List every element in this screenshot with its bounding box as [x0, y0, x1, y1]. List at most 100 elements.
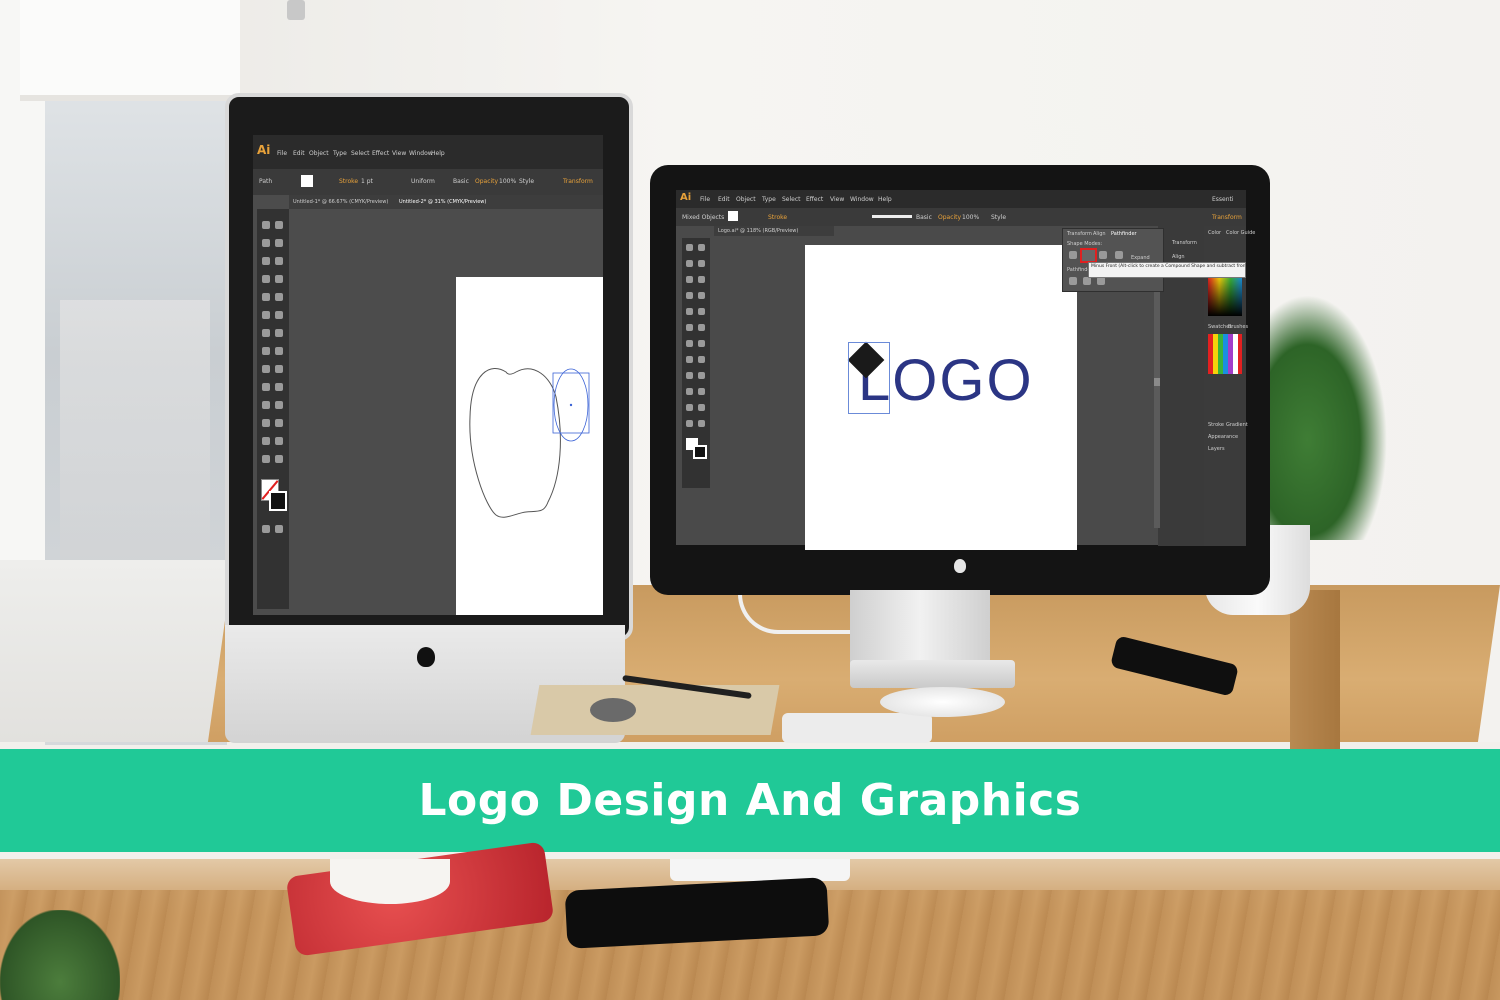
menu-file[interactable]: File	[700, 196, 710, 203]
menu-window[interactable]: Window	[850, 196, 874, 203]
menu-effect[interactable]: Effect	[806, 196, 823, 203]
screen-mode-icon[interactable]	[275, 525, 283, 533]
tab-transform[interactable]: Transform	[1067, 231, 1092, 237]
hand-tool-icon[interactable]	[262, 455, 270, 463]
panel-brushes[interactable]: Brushes	[1228, 324, 1248, 330]
opacity-value[interactable]: 100%	[962, 214, 979, 221]
symbol-sprayer-tool-icon[interactable]	[686, 388, 693, 395]
trim-icon[interactable]	[1083, 277, 1091, 285]
unite-icon[interactable]	[1069, 251, 1077, 259]
line-tool-icon[interactable]	[686, 292, 693, 299]
panel-gradient[interactable]: Gradient	[1226, 422, 1248, 428]
shape-builder-tool-icon[interactable]	[262, 365, 270, 373]
transform-label[interactable]: Transform	[563, 178, 593, 185]
menu-object[interactable]: Object	[309, 150, 329, 157]
scale-tool-icon[interactable]	[275, 329, 283, 337]
minus-front-button[interactable]	[1080, 248, 1097, 263]
menu-window[interactable]: Window	[409, 150, 433, 157]
stroke-color-icon[interactable]	[693, 445, 707, 459]
perspective-grid-tool-icon[interactable]	[275, 365, 283, 373]
pen-tool-icon[interactable]	[262, 257, 270, 265]
stroke-profile[interactable]: Uniform	[411, 178, 435, 185]
doc-tab-logo[interactable]: Logo.ai* @ 118% (RGB/Preview)	[718, 228, 798, 234]
scrollbar-thumb[interactable]	[1154, 378, 1160, 386]
intersect-icon[interactable]	[1099, 251, 1107, 259]
stroke-color-icon[interactable]	[269, 491, 287, 511]
menu-file[interactable]: File	[277, 150, 287, 157]
opacity-label[interactable]: Opacity	[475, 178, 498, 185]
menu-select[interactable]: Select	[351, 150, 370, 157]
fill-swatch[interactable]	[728, 211, 738, 221]
fill-swatch[interactable]	[301, 175, 313, 187]
stroke-label[interactable]: Stroke	[768, 214, 787, 221]
paintbrush-tool-icon[interactable]	[275, 293, 283, 301]
type-tool-icon[interactable]	[262, 275, 270, 283]
menu-type[interactable]: Type	[333, 150, 347, 157]
panel-layers[interactable]: Layers	[1208, 446, 1225, 452]
menu-help[interactable]: Help	[431, 150, 445, 157]
lasso-tool-icon[interactable]	[275, 239, 283, 247]
stroke-preview[interactable]	[872, 215, 912, 218]
exclude-icon[interactable]	[1115, 251, 1123, 259]
slice-tool-icon[interactable]	[275, 437, 283, 445]
opacity-value[interactable]: 100%	[499, 178, 516, 185]
gradient-tool-icon[interactable]	[698, 356, 705, 363]
paintbrush-tool-icon[interactable]	[686, 308, 693, 315]
panel-appearance[interactable]: Appearance	[1208, 434, 1238, 440]
rectangle-tool-icon[interactable]	[698, 292, 705, 299]
zoom-tool-icon[interactable]	[698, 420, 705, 427]
transform-label[interactable]: Transform	[1212, 214, 1242, 221]
mesh-tool-icon[interactable]	[262, 383, 270, 391]
symbol-sprayer-tool-icon[interactable]	[262, 419, 270, 427]
stroke-weight[interactable]: 1 pt	[361, 178, 373, 185]
style-label[interactable]: Style	[519, 178, 534, 185]
eraser-tool-icon[interactable]	[275, 311, 283, 319]
direct-selection-tool-icon[interactable]	[275, 221, 283, 229]
selection-tool-icon[interactable]	[262, 221, 270, 229]
rotate-tool-icon[interactable]	[262, 329, 270, 337]
stroke-label[interactable]: Stroke	[339, 178, 358, 185]
blend-tool-icon[interactable]	[698, 372, 705, 379]
ellipse-tool-icon[interactable]	[262, 293, 270, 301]
menu-type[interactable]: Type	[762, 196, 776, 203]
style-label[interactable]: Style	[991, 214, 1006, 221]
apple-outline-path[interactable]	[469, 368, 561, 518]
lasso-tool-icon[interactable]	[698, 260, 705, 267]
doc-tab-untitled-2[interactable]: Untitled-2* @ 31% (CMYK/Preview)	[399, 199, 486, 205]
pencil-tool-icon[interactable]	[262, 311, 270, 319]
menu-edit[interactable]: Edit	[718, 196, 730, 203]
magic-wand-tool-icon[interactable]	[262, 239, 270, 247]
pen-tool-icon[interactable]	[686, 276, 693, 283]
gradient-tool-icon[interactable]	[275, 383, 283, 391]
artboard[interactable]	[456, 277, 603, 615]
workspace-switcher[interactable]: Essenti	[1212, 196, 1234, 203]
zoom-tool-icon[interactable]	[275, 455, 283, 463]
divide-icon[interactable]	[1069, 277, 1077, 285]
free-transform-tool-icon[interactable]	[698, 340, 705, 347]
brush-definition[interactable]: Basic	[453, 178, 469, 185]
menu-effect[interactable]: Effect	[372, 150, 389, 157]
eyedropper-tool-icon[interactable]	[686, 372, 693, 379]
swatches-grid[interactable]	[1208, 334, 1242, 374]
free-transform-tool-icon[interactable]	[275, 347, 283, 355]
eyedropper-tool-icon[interactable]	[262, 401, 270, 409]
width-tool-icon[interactable]	[262, 347, 270, 355]
menu-object[interactable]: Object	[736, 196, 756, 203]
expand-button[interactable]: Expand	[1131, 255, 1150, 261]
blend-tool-icon[interactable]	[275, 401, 283, 409]
panel-color-guide[interactable]: Color Guide	[1226, 230, 1255, 236]
merge-icon[interactable]	[1097, 277, 1105, 285]
pencil-tool-icon[interactable]	[698, 308, 705, 315]
type-tool-icon[interactable]	[698, 276, 705, 283]
shape-builder-tool-icon[interactable]	[686, 356, 693, 363]
artboard-tool-icon[interactable]	[686, 404, 693, 411]
direct-selection-tool-icon[interactable]	[698, 244, 705, 251]
menu-edit[interactable]: Edit	[293, 150, 305, 157]
curvature-tool-icon[interactable]	[275, 257, 283, 265]
panel-color[interactable]: Color	[1208, 230, 1221, 236]
panel-align[interactable]: Align	[1172, 254, 1185, 260]
graph-tool-icon[interactable]	[275, 419, 283, 427]
menu-view[interactable]: View	[830, 196, 844, 203]
menu-select[interactable]: Select	[782, 196, 801, 203]
tab-pathfinder[interactable]: Pathfinder	[1111, 231, 1137, 237]
